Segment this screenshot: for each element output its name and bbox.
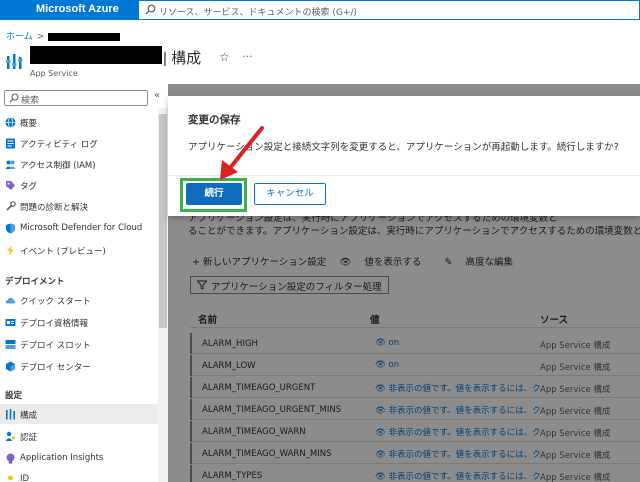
- sidebar-item-label: 概要: [20, 119, 38, 129]
- sidebar-item-label: デプロイ スロット: [20, 341, 91, 351]
- sidebar-item-deploy-slots[interactable]: デプロイ スロット: [0, 334, 158, 354]
- resource-name-redacted: [30, 46, 162, 64]
- sidebar-item-authentication[interactable]: 認証: [0, 426, 158, 446]
- globe-icon: [5, 117, 16, 128]
- sidebar-item-label: 問題の診断と解決: [20, 203, 89, 213]
- menu-search-placeholder: 検索: [21, 96, 40, 106]
- sidebar-item-quickstart[interactable]: クイック スタート: [0, 290, 158, 310]
- cancel-button[interactable]: キャンセル: [254, 183, 326, 205]
- sidebar-item-iam[interactable]: アクセス制御 (IAM): [0, 154, 158, 174]
- section-heading-settings: 設定: [5, 391, 23, 401]
- breadcrumb-redacted-resource[interactable]: [48, 32, 121, 41]
- sidebar-item-label: デプロイ センター: [20, 363, 91, 373]
- app-service-config-icon: [6, 54, 23, 69]
- sidebar-item-deployment-center[interactable]: デプロイ センター: [0, 356, 158, 376]
- identity-icon: [8, 475, 13, 481]
- sidebar-item-identity[interactable]: ID: [0, 469, 158, 482]
- sidebar-item-label: Application Insights: [20, 453, 104, 463]
- log-icon: [6, 138, 15, 149]
- cube-icon: [6, 361, 15, 372]
- sidebar-item-label: 認証: [20, 433, 38, 443]
- breadcrumb: ホーム >: [6, 29, 121, 42]
- global-search-input[interactable]: リソース、サービス、ドキュメントの検索 (G+/): [138, 0, 640, 20]
- bulb-icon: [6, 453, 15, 464]
- page-title: | 構成: [163, 50, 202, 67]
- sidebar-item-configuration[interactable]: 構成: [0, 404, 158, 424]
- breadcrumb-separator: >: [36, 32, 45, 42]
- people-icon: [5, 160, 16, 169]
- sidebar-item-application-insights[interactable]: Application Insights: [0, 448, 158, 468]
- wrench-icon: [6, 201, 16, 211]
- global-search-placeholder: リソース、サービス、ドキュメントの検索 (G+/): [159, 8, 357, 18]
- collapse-menu-icon[interactable]: «: [154, 90, 160, 101]
- more-options-icon[interactable]: ···: [242, 50, 253, 63]
- shield-icon: [6, 223, 15, 234]
- cloud-icon: [5, 297, 16, 304]
- section-heading-deployment: デプロイメント: [5, 277, 65, 287]
- person-key-icon: [5, 431, 16, 441]
- search-icon: [145, 4, 156, 15]
- config-bars-icon: [6, 409, 15, 420]
- sidebar-item-deploy-credentials[interactable]: デプロイ資格情報: [0, 312, 158, 332]
- resource-menu-sidebar: 検索 « 概要 アクティビティ ログ アクセス制御 (IAM) タグ 問題の診断…: [0, 84, 168, 482]
- sidebar-item-label: ID: [20, 474, 30, 482]
- sidebar-item-label: 構成: [20, 411, 38, 421]
- sidebar-item-events[interactable]: イベント (プレビュー): [0, 240, 158, 260]
- sidebar-item-defender[interactable]: Microsoft Defender for Cloud: [0, 218, 158, 238]
- sidebar-item-label: デプロイ資格情報: [20, 319, 89, 329]
- menu-search-input[interactable]: 検索: [4, 90, 148, 106]
- sidebar-item-label: アクセス制御 (IAM): [20, 161, 96, 171]
- sidebar-item-label: タグ: [20, 182, 38, 192]
- sidebar-item-label: イベント (プレビュー): [20, 247, 106, 257]
- sidebar-item-tags[interactable]: タグ: [0, 175, 158, 195]
- favorite-star-icon[interactable]: ☆: [219, 50, 230, 64]
- sidebar-item-overview[interactable]: 概要: [0, 112, 158, 132]
- red-arrow-annotation: [220, 126, 264, 180]
- search-icon: [9, 93, 19, 103]
- slots-icon: [5, 340, 16, 349]
- sidebar-item-label: クイック スタート: [20, 297, 91, 307]
- sidebar-item-label: Microsoft Defender for Cloud: [20, 223, 143, 233]
- sidebar-scrollbar-thumb[interactable]: [159, 114, 167, 328]
- sidebar-item-diagnose[interactable]: 問題の診断と解決: [0, 196, 158, 216]
- tag-icon: [6, 181, 15, 190]
- lightning-icon: [7, 245, 14, 256]
- azure-brand[interactable]: Microsoft Azure: [36, 3, 119, 15]
- top-bar: Microsoft Azure リソース、サービス、ドキュメントの検索 (G+/…: [0, 0, 640, 20]
- resource-type-label: App Service: [30, 69, 78, 78]
- sidebar-item-label: アクティビティ ログ: [20, 140, 98, 150]
- sidebar-item-activity-log[interactable]: アクティビティ ログ: [0, 133, 158, 153]
- breadcrumb-home-link[interactable]: ホーム: [6, 32, 33, 42]
- credentials-icon: [5, 319, 16, 326]
